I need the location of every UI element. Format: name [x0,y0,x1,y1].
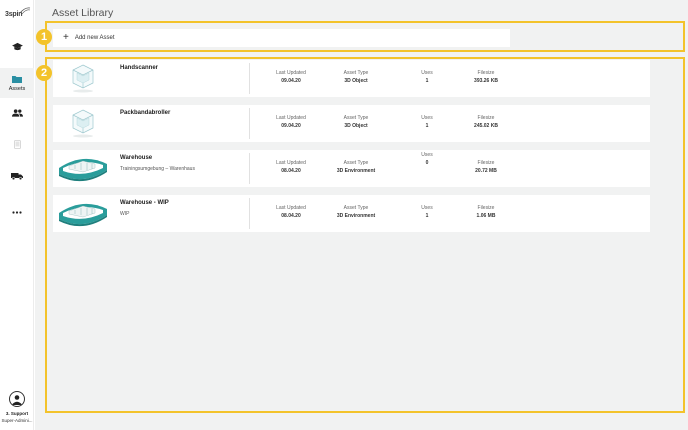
folder-icon [12,75,22,83]
nav-more[interactable] [0,197,34,227]
nav-assets[interactable]: Assets [0,68,34,98]
user-name: 3. Support [5,411,29,416]
user-avatar[interactable] [9,391,25,407]
graduation-cap-icon [11,42,23,50]
nav-assets-label: Assets [8,85,26,92]
nav-vehicles[interactable] [0,161,34,191]
nav-devices[interactable] [0,129,34,159]
nav-courses[interactable] [0,31,34,61]
tablet-icon [13,139,21,149]
page-title: Asset Library [52,7,114,19]
users-icon [11,109,23,117]
annotation-badge-1: 1 [36,29,52,45]
highlight-box-2 [45,57,685,413]
user-role: Super-Admini... [1,418,33,423]
nav-users[interactable] [0,98,34,128]
highlight-box-1 [45,21,685,52]
user-icon [12,395,22,405]
truck-icon [11,173,23,180]
sidebar: 3spin Assets 3. Support Super-Admini... [0,0,34,430]
logo-swoosh-icon [19,7,31,15]
annotation-badge-2: 2 [36,65,52,81]
more-icon [12,210,22,214]
brand-logo[interactable]: 3spin [4,7,32,21]
